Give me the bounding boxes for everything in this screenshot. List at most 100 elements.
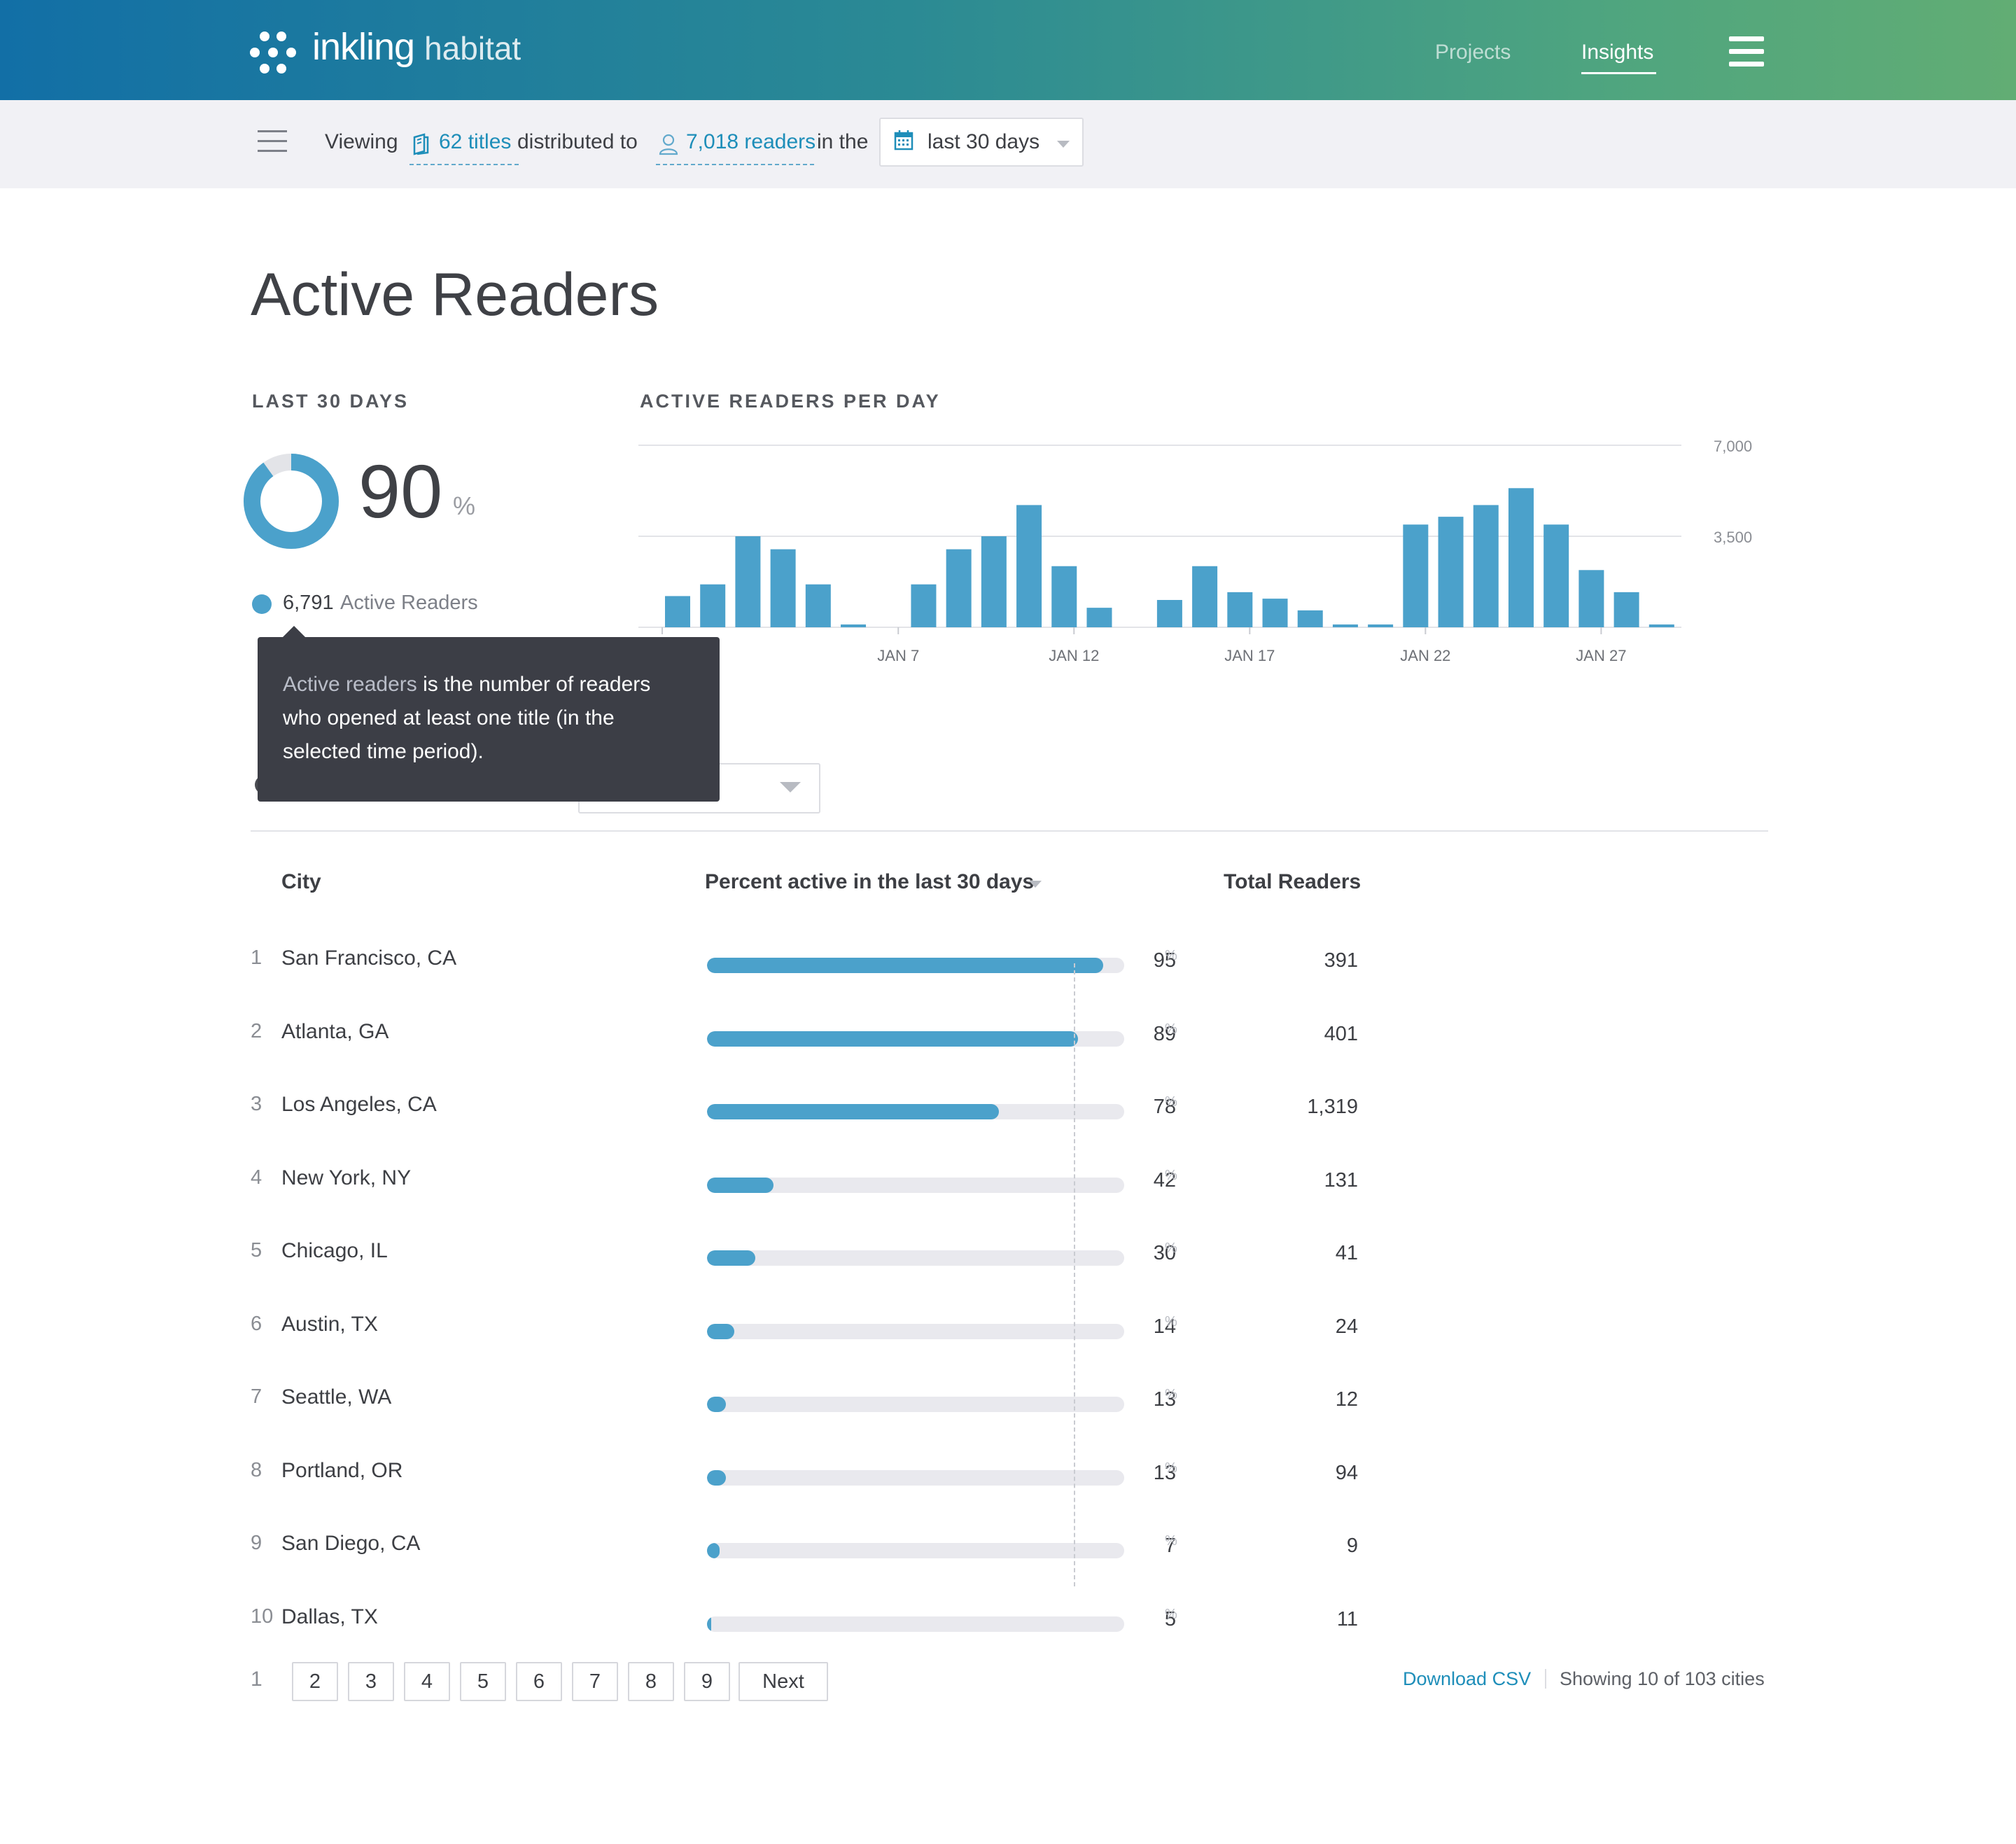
- row-percent: 78: [1153, 1096, 1176, 1118]
- percent-bar-fill: [707, 1543, 720, 1558]
- in-the-label: in the: [817, 130, 869, 153]
- brand-primary: inkling: [312, 26, 415, 68]
- percent-bar-fill: [707, 1177, 774, 1193]
- row-city: Austin, TX: [281, 1312, 378, 1336]
- viewing-label: Viewing: [325, 130, 398, 153]
- active-percent-value: 90: [358, 449, 443, 533]
- chart-bar: [1508, 488, 1534, 627]
- row-percent: 42: [1153, 1168, 1176, 1192]
- page-title: Active Readers: [251, 261, 659, 328]
- page-button[interactable]: 6: [516, 1662, 562, 1701]
- table-row[interactable]: 8 Portland, OR 13% 94: [0, 1452, 2016, 1519]
- table-row[interactable]: 4 New York, NY 42% 131: [0, 1159, 2016, 1227]
- table-row[interactable]: 5 Chicago, IL 30% 41: [0, 1232, 2016, 1299]
- titles-link-underline: [410, 164, 519, 165]
- calendar-icon: [894, 130, 913, 151]
- chart-bar: [1332, 624, 1358, 627]
- page-button[interactable]: 5: [460, 1662, 506, 1701]
- active-readers-tooltip: Active readers is the number of readers …: [258, 637, 720, 802]
- download-csv-link[interactable]: Download CSV: [1403, 1668, 1531, 1690]
- row-percent: 7: [1164, 1535, 1176, 1557]
- chart-bar: [841, 624, 867, 627]
- chart-bar: [1368, 624, 1394, 627]
- table-row[interactable]: 9 San Diego, CA 7% 9: [0, 1525, 2016, 1592]
- percent-bar-track: [707, 1469, 1124, 1486]
- chart-bar: [1192, 566, 1218, 627]
- summary-section-label: LAST 30 DAYS: [252, 391, 410, 412]
- row-percent-sign: %: [1165, 1021, 1177, 1037]
- chart-x-tick-label: JAN 12: [1049, 647, 1099, 664]
- nav-insights[interactable]: Insights: [1581, 41, 1653, 64]
- row-total-readers: 391: [1324, 949, 1358, 972]
- row-city: Portland, OR: [281, 1458, 403, 1482]
- row-rank: 2: [251, 1019, 262, 1042]
- table-row[interactable]: 2 Atlanta, GA 89% 401: [0, 1013, 2016, 1080]
- percent-bar-fill: [707, 1397, 726, 1412]
- active-percent-donut: [244, 454, 339, 549]
- row-total-readers: 12: [1335, 1388, 1358, 1411]
- readers-link[interactable]: 7,018 readers: [686, 130, 816, 154]
- table-row[interactable]: 3 Los Angeles, CA 78% 1,319: [0, 1086, 2016, 1153]
- percent-bar-track: [707, 1323, 1124, 1339]
- page-button[interactable]: 9: [684, 1662, 730, 1701]
- row-percent-sign: %: [1165, 1313, 1177, 1329]
- page-button[interactable]: 8: [628, 1662, 674, 1701]
- page-button[interactable]: 4: [404, 1662, 450, 1701]
- table-row[interactable]: 10 Dallas, TX 5% 11: [0, 1598, 2016, 1665]
- percent-bar-fill: [707, 1323, 734, 1339]
- column-header-city[interactable]: City: [281, 870, 321, 894]
- nav-projects[interactable]: Projects: [1435, 41, 1511, 64]
- row-percent-sign: %: [1165, 1606, 1177, 1622]
- percent-bar-fill: [707, 1616, 711, 1632]
- table-row[interactable]: 1 San Francisco, CA 95% 391: [0, 940, 2016, 1007]
- active-percent-sign: %: [453, 491, 476, 520]
- row-city: Seattle, WA: [281, 1385, 392, 1409]
- book-icon: [413, 133, 429, 155]
- page-button[interactable]: 3: [348, 1662, 394, 1701]
- column-header-percent[interactable]: Percent active in the last 30 days: [705, 870, 1034, 894]
- page-button[interactable]: 7: [572, 1662, 618, 1701]
- chart-section-label: ACTIVE READERS PER DAY: [640, 391, 941, 412]
- tooltip-highlight: Active readers: [283, 673, 417, 696]
- distributed-to-label: distributed to: [517, 130, 638, 153]
- chart-bar: [1297, 610, 1323, 627]
- row-city: Los Angeles, CA: [281, 1093, 437, 1116]
- chart-y-tick-label: 7,000: [1714, 438, 1752, 455]
- row-city: Dallas, TX: [281, 1605, 378, 1628]
- row-percent: 13: [1153, 1388, 1176, 1411]
- row-total-readers: 24: [1335, 1315, 1358, 1338]
- page-button[interactable]: 2: [292, 1662, 338, 1701]
- row-total-readers: 401: [1324, 1022, 1358, 1045]
- column-header-total[interactable]: Total Readers: [1224, 870, 1361, 894]
- chart-bar: [1648, 624, 1674, 627]
- footer-separator: [1545, 1669, 1546, 1689]
- chart-bar: [1156, 600, 1182, 627]
- inkling-logo-icon[interactable]: [248, 31, 298, 74]
- chart-y-tick-label: 3,500: [1714, 529, 1752, 546]
- row-percent-sign: %: [1165, 948, 1177, 963]
- row-percent-sign: %: [1165, 1241, 1177, 1256]
- row-rank: 3: [251, 1093, 262, 1115]
- percent-bar-track: [707, 1616, 1124, 1632]
- table-row[interactable]: 7 Seattle, WA 13% 12: [0, 1378, 2016, 1446]
- brand-logo[interactable]: inkling habitat: [312, 25, 521, 81]
- sidebar-toggle-icon[interactable]: [258, 130, 287, 154]
- next-page-button[interactable]: Next: [738, 1662, 828, 1701]
- brand-secondary: habitat: [424, 30, 522, 67]
- chart-bar: [1227, 592, 1253, 627]
- row-total-readers: 1,319: [1307, 1096, 1358, 1118]
- average-reference-line: [1074, 963, 1076, 1586]
- hamburger-menu-icon[interactable]: [1729, 36, 1764, 69]
- results-count: Showing 10 of 103 cities: [1560, 1668, 1765, 1689]
- chart-bar: [1086, 608, 1112, 627]
- sort-desc-icon[interactable]: [1029, 881, 1042, 888]
- percent-bar-fill: [707, 1104, 1000, 1119]
- chart-x-tick-label: JAN 22: [1400, 647, 1450, 664]
- row-total-readers: 9: [1346, 1535, 1358, 1557]
- chevron-down-icon: [780, 782, 801, 792]
- percent-bar-fill: [707, 958, 1104, 973]
- table-row[interactable]: 6 Austin, TX 14% 24: [0, 1306, 2016, 1373]
- row-rank: 9: [251, 1532, 262, 1554]
- titles-link[interactable]: 62 titles: [439, 130, 511, 154]
- row-rank: 7: [251, 1385, 262, 1408]
